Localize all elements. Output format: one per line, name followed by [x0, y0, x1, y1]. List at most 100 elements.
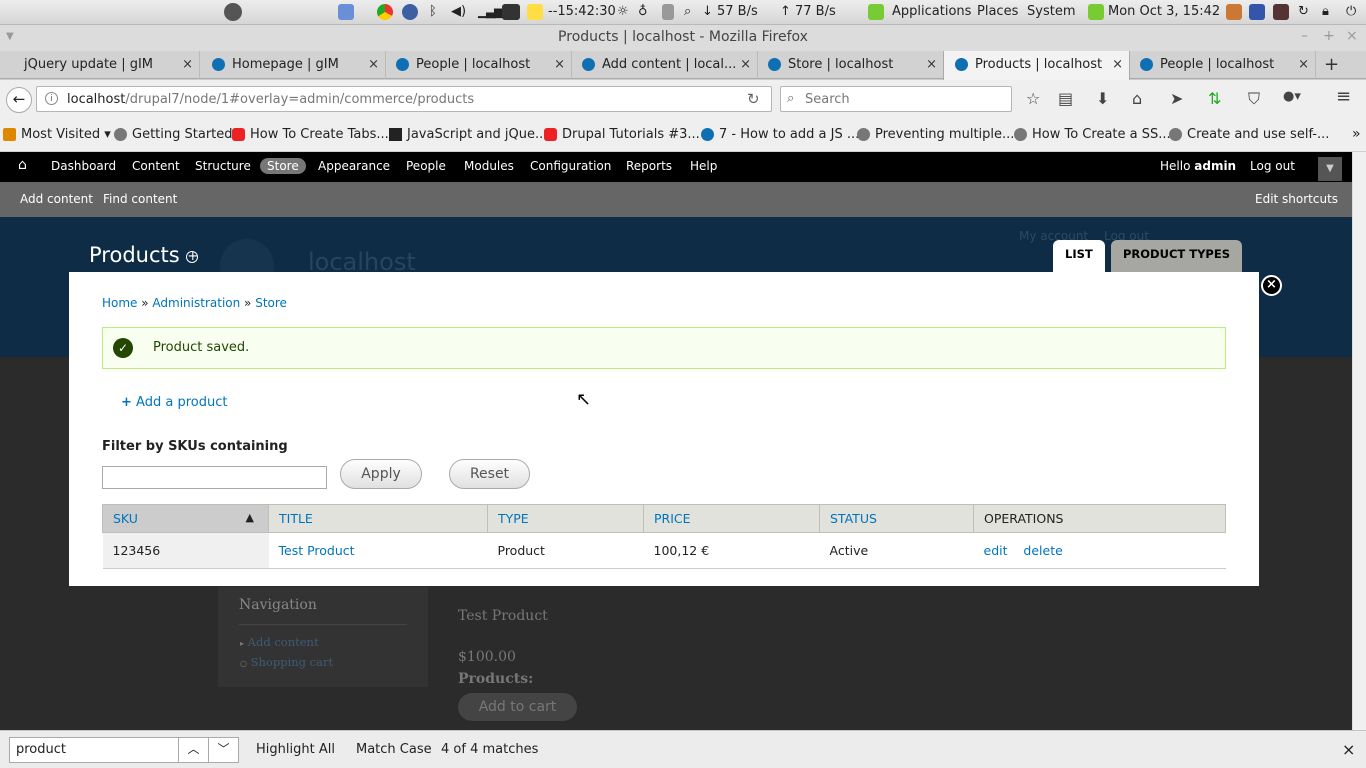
column-price-label[interactable]: PRICE — [654, 511, 691, 526]
pocket-icon[interactable]: ⛉ — [1248, 89, 1260, 109]
downloads-icon[interactable]: ⬇ — [1096, 89, 1109, 108]
toolbar-help[interactable]: Help — [690, 159, 717, 173]
send-icon[interactable]: ➤ — [1170, 89, 1183, 108]
notes-icon[interactable] — [1226, 4, 1242, 20]
column-status[interactable]: STATUS — [819, 504, 974, 533]
toolbar-configuration[interactable]: Configuration — [530, 159, 611, 173]
bookmark-create-use[interactable]: Create and use self-... — [1169, 127, 1329, 142]
edit-link[interactable]: edit — [984, 543, 1008, 558]
bluetooth-icon[interactable]: ᛒ — [429, 4, 437, 19]
bookmark-add-js[interactable]: 7 - How to add a JS ... — [701, 127, 859, 142]
close-tab-icon[interactable]: × — [740, 51, 751, 78]
toolbar-reports[interactable]: Reports — [626, 159, 672, 173]
reading-list-icon[interactable]: ▤ — [1058, 89, 1073, 108]
bookmark-drupal-tutorials[interactable]: Drupal Tutorials #3... — [544, 127, 700, 142]
bookmark-most-visited[interactable]: Most Visited ▾ — [3, 127, 111, 142]
page-scrollbar[interactable] — [1352, 152, 1366, 730]
menu-applications[interactable]: Applications — [892, 4, 971, 19]
toolbar-structure[interactable]: Structure — [195, 159, 251, 173]
back-icon[interactable]: ← — [6, 87, 32, 113]
menu-system[interactable]: System — [1027, 4, 1075, 19]
find-input[interactable]: product ︿ ﹀ — [9, 737, 239, 763]
refresh-icon[interactable]: ↻ — [1298, 4, 1309, 19]
column-title-label[interactable]: TITLE — [279, 511, 313, 526]
tab-list[interactable]: LIST — [1053, 240, 1105, 272]
bookmark-star-icon[interactable]: ☆ — [1026, 89, 1040, 108]
reset-button[interactable]: Reset — [449, 459, 530, 489]
tab-people[interactable]: People | localhost × — [386, 51, 572, 79]
tab-add-content[interactable]: Add content | local... × — [572, 51, 758, 79]
bookmark-create-ss[interactable]: How To Create a SS... — [1014, 127, 1171, 142]
battery-icon[interactable] — [502, 4, 520, 20]
delete-link[interactable]: delete — [1023, 543, 1062, 558]
add-product-link[interactable]: Add a product — [136, 395, 227, 410]
shield-icon[interactable] — [402, 4, 418, 20]
bookmark-getting-started[interactable]: Getting Started — [114, 127, 233, 142]
tab-products[interactable]: Products | localhost × — [943, 51, 1130, 80]
add-shortcut-icon[interactable]: + — [186, 250, 199, 263]
url-text[interactable]: localhost/drupal7/node/1#overlay=admin/c… — [67, 92, 474, 107]
toolbar-logout[interactable]: Log out — [1250, 159, 1295, 173]
column-title[interactable]: TITLE — [268, 504, 488, 533]
toolbar-dashboard[interactable]: Dashboard — [51, 159, 116, 173]
close-tab-icon[interactable]: × — [1298, 51, 1309, 78]
volume-icon[interactable]: ◀) — [451, 4, 466, 19]
tab-store[interactable]: Store | localhost × — [758, 51, 944, 79]
mint-logo-icon[interactable] — [868, 4, 884, 20]
brightness-icon[interactable]: ☼ — [617, 4, 629, 19]
power-icon[interactable]: ⏻ — [1346, 4, 1356, 19]
home-icon[interactable]: ⌂ — [18, 157, 27, 173]
column-type-label[interactable]: TYPE — [498, 511, 529, 526]
info-icon[interactable]: i — [45, 92, 58, 105]
magnifier-icon[interactable]: ⌕ — [684, 4, 691, 19]
monitor-icon[interactable] — [1249, 4, 1265, 20]
nav-add-content[interactable]: ▸ Add content — [240, 635, 319, 649]
breadcrumb-home[interactable]: Home — [102, 296, 137, 310]
reload-icon[interactable]: ↻ — [747, 90, 760, 108]
product-title-link[interactable]: Test Product — [279, 543, 355, 558]
breadcrumb-administration[interactable]: Administration — [152, 296, 240, 310]
maximize-icon[interactable]: + — [1323, 28, 1335, 44]
add-to-cart-button[interactable]: Add to cart — [458, 693, 577, 721]
find-previous-icon[interactable]: ︿ — [178, 738, 208, 762]
bookmark-javascript[interactable]: JavaScript and jQue... — [389, 127, 547, 142]
tab-people-2[interactable]: People | localhost × — [1130, 51, 1316, 79]
lock-icon[interactable]: 🔒︎ — [1322, 4, 1329, 19]
close-window-icon[interactable]: × — [1346, 28, 1358, 44]
column-price[interactable]: PRICE — [643, 504, 820, 533]
column-sku-label[interactable]: SKU — [113, 511, 138, 526]
column-sku[interactable]: SKU ▲ — [102, 504, 269, 533]
tab-jquery-update[interactable]: jQuery update | gIM × — [0, 51, 200, 79]
toggle-shortcuts-icon[interactable]: ▼ — [1318, 157, 1342, 181]
menu-places[interactable]: Places — [977, 4, 1018, 19]
close-tab-icon[interactable]: × — [926, 51, 937, 78]
lightbulb-icon[interactable]: ♁ — [638, 4, 648, 19]
app-icon[interactable] — [338, 4, 354, 20]
clipboard-icon[interactable] — [527, 4, 543, 20]
datetime[interactable]: Mon Oct 3, 15:42 — [1108, 4, 1220, 19]
shortcut-find-content[interactable]: Find content — [103, 192, 177, 206]
close-tab-icon[interactable]: × — [1112, 51, 1123, 78]
sync-icon[interactable]: ⇅ — [1208, 89, 1221, 108]
find-next-icon[interactable]: ﹀ — [208, 738, 238, 762]
shortcut-add-content[interactable]: Add content — [20, 192, 93, 206]
signal-icon[interactable]: ▁▃▅ — [478, 4, 504, 19]
add-product-action[interactable]: + Add a product — [121, 395, 227, 410]
hamburger-menu-icon[interactable]: ≡ — [1336, 86, 1351, 107]
toolbar-people[interactable]: People — [406, 159, 446, 173]
sort-asc-icon[interactable]: ▲ — [246, 511, 254, 524]
edit-shortcuts-link[interactable]: Edit shortcuts — [1255, 192, 1338, 206]
close-overlay-icon[interactable]: × — [1261, 275, 1282, 296]
settings-icon[interactable] — [224, 3, 242, 21]
url-bar[interactable]: i localhost/drupal7/node/1#overlay=admin… — [36, 86, 772, 112]
close-tab-icon[interactable]: × — [554, 51, 565, 78]
device-icon[interactable] — [662, 4, 674, 20]
home-icon[interactable]: ⌂ — [1132, 89, 1142, 108]
chrome-icon[interactable] — [377, 4, 393, 20]
tool-icon[interactable] — [1273, 4, 1289, 20]
minimize-icon[interactable]: – — [1301, 28, 1308, 44]
highlight-all-toggle[interactable]: Highlight All — [256, 742, 335, 757]
column-type[interactable]: TYPE — [487, 504, 644, 533]
tab-homepage[interactable]: Homepage | gIM × — [200, 51, 386, 79]
close-tab-icon[interactable]: × — [182, 51, 193, 78]
